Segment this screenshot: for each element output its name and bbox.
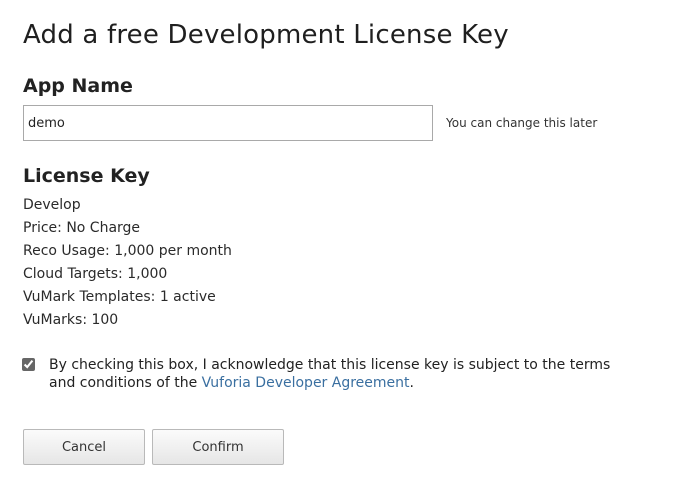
app-name-heading: App Name [23,75,133,97]
license-key-heading: License Key [23,165,150,187]
license-vumarks: VuMarks: 100 [23,312,119,328]
license-cloud-targets: Cloud Targets: 1,000 [23,266,168,282]
license-vumark-templates: VuMark Templates: 1 active [23,289,216,305]
license-details-list: Develop Price: No Charge Reco Usage: 1,0… [23,194,232,332]
cancel-button[interactable]: Cancel [23,429,145,465]
agreement-checkbox[interactable] [22,358,35,371]
app-name-hint: You can change this later [446,116,598,130]
agreement-text-after: . [409,375,414,391]
license-price: Price: No Charge [23,220,141,236]
page-title: Add a free Development License Key [23,20,509,50]
developer-agreement-link[interactable]: Vuforia Developer Agreement [202,375,410,391]
license-type: Develop [23,197,81,213]
app-name-input[interactable] [23,105,433,141]
confirm-button[interactable]: Confirm [152,429,284,465]
license-reco-usage: Reco Usage: 1,000 per month [23,243,232,259]
agreement-text: By checking this box, I acknowledge that… [49,356,629,392]
